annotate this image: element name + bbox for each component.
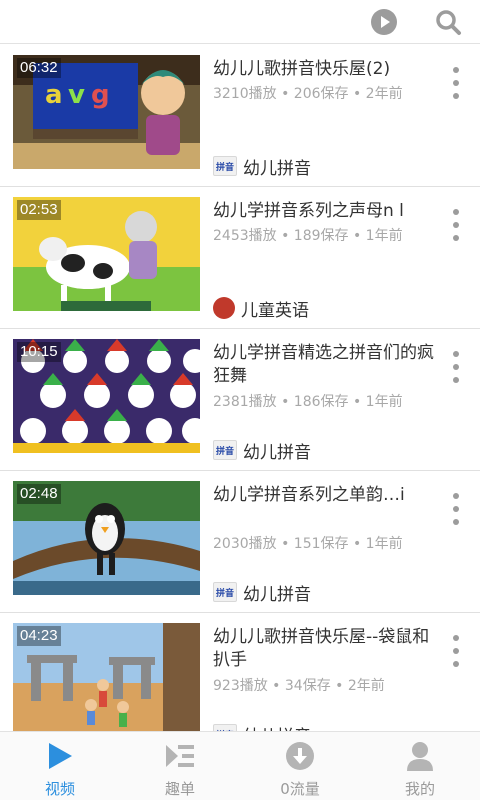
video-list[interactable]: a v g 06:32 幼儿儿歌拼音快乐屋(2) 3210播放 • 206保存 … [0,45,480,731]
video-duration: 06:32 [17,58,61,78]
top-bar [0,0,480,44]
video-title[interactable]: 幼儿学拼音精选之拼音们的疯狂舞 [213,342,435,388]
video-stats: 3210播放 • 206保存 • 2年前 [213,86,403,102]
tab-offline[interactable]: 0流量 [240,732,360,800]
video-item[interactable]: 02:48 幼儿学拼音系列之单韵…i 2030播放 • 151保存 • 1年前 … [0,471,480,613]
video-item[interactable]: a v g 06:32 幼儿儿歌拼音快乐屋(2) 3210播放 • 206保存 … [0,45,480,187]
tab-label: 视频 [44,780,75,798]
video-item[interactable]: 04:23 幼儿儿歌拼音快乐屋--袋鼠和扒手 923播放 • 34保存 • 2年… [0,613,480,731]
play-circle-icon[interactable] [362,0,406,44]
channel-link[interactable]: 拼音 幼儿拼音 [213,155,311,179]
channel-logo [213,297,235,319]
video-duration: 02:48 [17,484,61,504]
more-options-icon[interactable] [444,631,468,671]
channel-logo: 拼音 [213,156,237,176]
channel-link[interactable]: 拼音 幼儿拼音 [213,723,311,731]
video-thumbnail[interactable]: 04:23 [13,623,200,731]
video-duration: 04:23 [17,626,61,646]
tab-video[interactable]: 视频 [0,732,120,800]
svg-text:g: g [91,80,110,110]
video-item[interactable]: 10:15 幼儿学拼音精选之拼音们的疯狂舞 2381播放 • 186保存 • 1… [0,329,480,471]
svg-text:a: a [45,80,63,110]
more-options-icon[interactable] [444,205,468,245]
video-thumbnail[interactable]: 02:53 [13,197,200,311]
channel-logo: 拼音 [213,440,237,460]
tab-label: 0流量 [280,780,320,798]
profile-icon [403,740,437,772]
channel-name: 幼儿拼音 [243,442,311,463]
video-title[interactable]: 幼儿学拼音系列之声母n l [213,200,435,223]
download-icon [283,740,317,772]
video-item[interactable]: 02:53 幼儿学拼音系列之声母n l 2453播放 • 189保存 • 1年前… [0,187,480,329]
more-options-icon[interactable] [444,63,468,103]
video-play-icon [43,740,77,772]
svg-text:v: v [68,80,85,110]
tab-label: 我的 [404,780,435,798]
channel-name: 幼儿拼音 [243,722,311,732]
channel-link[interactable]: 拼音 幼儿拼音 [213,439,311,463]
search-icon[interactable] [426,0,470,44]
video-stats: 2453播放 • 189保存 • 1年前 [213,228,403,244]
video-stats: 2381播放 • 186保存 • 1年前 [213,394,403,410]
channel-logo: 拼音 [213,724,237,731]
channel-logo: 拼音 [213,582,237,602]
playlist-icon [163,740,197,772]
video-title[interactable]: 幼儿学拼音系列之单韵…i [213,484,435,507]
channel-name: 儿童英语 [241,300,309,321]
bottom-tab-bar: 视频 趣单 0流量 我的 [0,731,480,800]
video-thumbnail[interactable]: a v g 06:32 [13,55,200,169]
video-thumbnail[interactable]: 10:15 [13,339,200,453]
tab-playlist[interactable]: 趣单 [120,732,240,800]
channel-link[interactable]: 儿童英语 [213,297,309,321]
video-title[interactable]: 幼儿儿歌拼音快乐屋--袋鼠和扒手 [213,626,435,672]
video-stats: 923播放 • 34保存 • 2年前 [213,678,385,694]
channel-name: 幼儿拼音 [243,158,311,179]
more-options-icon[interactable] [444,489,468,529]
video-thumbnail[interactable]: 02:48 [13,481,200,595]
tab-label: 趣单 [164,780,195,798]
video-title[interactable]: 幼儿儿歌拼音快乐屋(2) [213,58,435,81]
channel-name: 幼儿拼音 [243,584,311,605]
video-duration: 02:53 [17,200,61,220]
channel-link[interactable]: 拼音 幼儿拼音 [213,581,311,605]
video-duration: 10:15 [17,342,61,362]
video-stats: 2030播放 • 151保存 • 1年前 [213,536,403,552]
tab-profile[interactable]: 我的 [360,732,480,800]
more-options-icon[interactable] [444,347,468,387]
